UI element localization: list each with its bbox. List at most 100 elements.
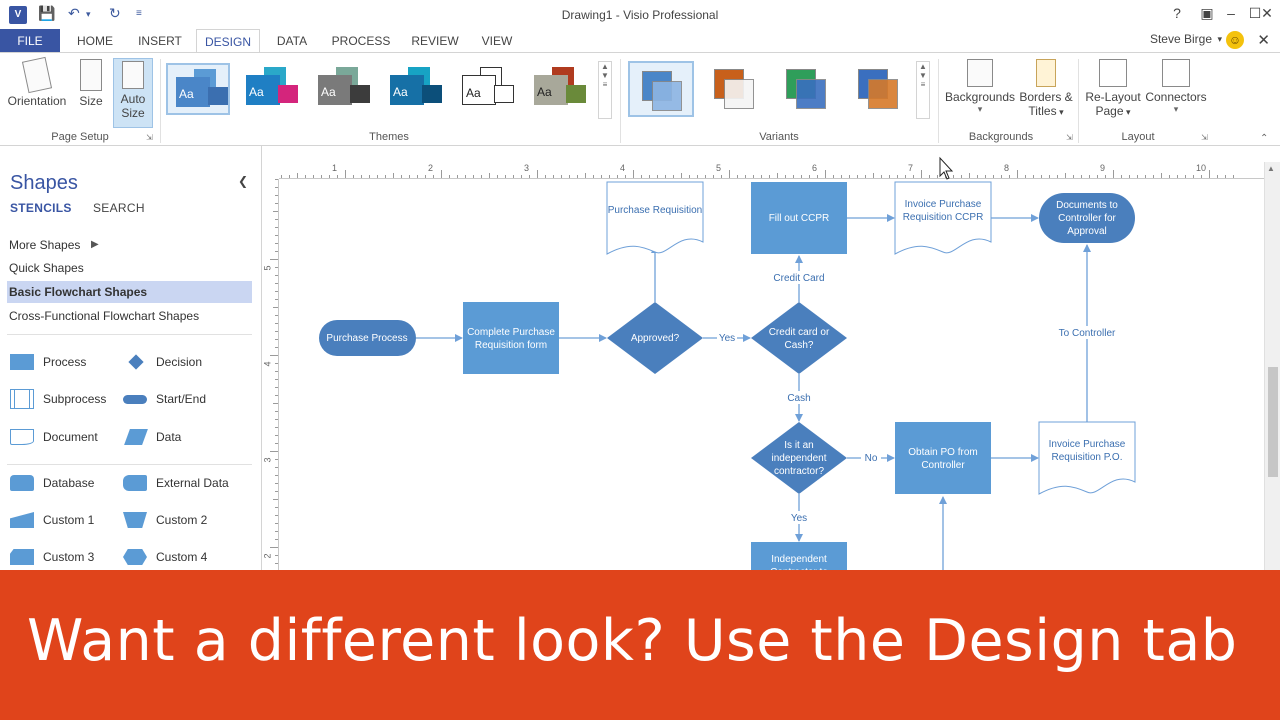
scroll-up-icon[interactable]: ▲ xyxy=(1267,164,1275,173)
themes-gallery-scroller[interactable]: ▲ ▼ ≡ xyxy=(598,61,612,119)
process-shape[interactable]: Obtain PO from Controller xyxy=(895,422,991,494)
master-external-data[interactable]: External Data xyxy=(123,472,233,494)
master-start-end[interactable]: Start/End xyxy=(123,388,233,410)
connectors-label: Connectors xyxy=(1145,90,1207,104)
redo-icon[interactable]: ↻ xyxy=(109,5,121,22)
decision-shape[interactable]: Is it an independent contractor? xyxy=(751,422,847,494)
close-document-icon[interactable]: ✕ xyxy=(1257,31,1270,49)
start-end-shape[interactable]: Documents to Controller for Approval xyxy=(1039,193,1135,243)
help-button[interactable]: ? xyxy=(1166,5,1188,21)
more-shapes-item[interactable]: More Shapes ▶ xyxy=(7,234,252,256)
minimize-pane-icon[interactable]: ❮ xyxy=(238,174,248,188)
connectors-button[interactable]: Connectors ▾ xyxy=(1144,59,1208,129)
save-icon[interactable]: 💾 xyxy=(38,5,55,22)
close-icon[interactable]: ✕ xyxy=(1256,5,1278,22)
visio-logo-icon[interactable]: V xyxy=(9,6,27,24)
variant-thumbnail[interactable] xyxy=(702,61,768,117)
variants-gallery-scroller[interactable]: ▲ ▼ ≡ xyxy=(916,61,930,119)
document-shape[interactable]: Invoice Purchase Requisition CCPR xyxy=(894,181,992,255)
minimize-icon[interactable]: – xyxy=(1220,5,1242,21)
theme-sample-label: Aa xyxy=(537,85,552,99)
svg-text:Invoice Purchase: Invoice Purchase xyxy=(905,199,982,210)
master-label: Decision xyxy=(156,355,203,369)
page-setup-launcher-icon[interactable]: ⇲ xyxy=(146,133,153,142)
undo-dropdown-icon[interactable]: ▾ xyxy=(86,9,91,20)
feedback-smiley-icon[interactable]: ☺ xyxy=(1226,31,1244,49)
theme-thumbnail[interactable]: Aa xyxy=(454,63,518,115)
master-decision[interactable]: Decision xyxy=(123,351,233,373)
basic-flowchart-shapes-item[interactable]: Basic Flowchart Shapes xyxy=(7,281,252,303)
tab-home[interactable]: HOME xyxy=(66,29,124,53)
variant-swatch xyxy=(652,81,682,111)
mouse-cursor-icon xyxy=(939,156,954,180)
ribbon-divider xyxy=(160,59,161,143)
theme-thumbnail[interactable]: Aa xyxy=(526,63,590,115)
ribbon-divider xyxy=(1078,59,1079,143)
start-end-shape[interactable]: Purchase Process xyxy=(319,320,416,356)
process-shape[interactable]: Complete Purchase Requisition form xyxy=(463,302,559,374)
more-shapes-label: More Shapes xyxy=(9,238,81,252)
tab-insert[interactable]: INSERT xyxy=(130,29,190,53)
ribbon-divider xyxy=(620,59,621,143)
borders-titles-button[interactable]: Borders & Titles ▾ xyxy=(1016,59,1076,129)
decision-shape[interactable]: Credit card or Cash? xyxy=(751,302,847,374)
collapse-ribbon-icon[interactable]: ⌃ xyxy=(1260,133,1268,144)
theme-thumbnail[interactable]: Aa xyxy=(382,63,446,115)
document-shape[interactable]: Invoice Purchase Requisition P.O. xyxy=(1038,421,1136,495)
process-shape[interactable]: Fill out CCPR xyxy=(751,182,847,254)
theme-accent xyxy=(422,85,442,103)
tab-stencils[interactable]: STENCILS xyxy=(10,201,72,215)
tab-data[interactable]: DATA xyxy=(266,29,318,53)
master-database[interactable]: Database xyxy=(10,472,120,494)
master-document[interactable]: Document xyxy=(10,426,120,448)
theme-thumbnail[interactable]: Aa xyxy=(166,63,230,115)
tab-file[interactable]: FILE xyxy=(0,29,60,53)
theme-thumbnail[interactable]: Aa xyxy=(310,63,374,115)
user-name[interactable]: Steve Birge xyxy=(1150,32,1212,46)
cross-functional-shapes-item[interactable]: Cross-Functional Flowchart Shapes xyxy=(7,305,252,327)
tab-search[interactable]: SEARCH xyxy=(93,201,145,215)
backgrounds-launcher-icon[interactable]: ⇲ xyxy=(1066,133,1073,142)
svg-text:Requisition CCPR: Requisition CCPR xyxy=(903,212,984,223)
document-shape[interactable]: Purchase Requisition xyxy=(606,181,704,255)
undo-icon[interactable]: ↶ xyxy=(68,5,80,22)
database-icon xyxy=(10,475,34,491)
backgrounds-button[interactable]: Backgrounds ▾ xyxy=(942,59,1018,129)
master-process[interactable]: Process xyxy=(10,351,120,373)
customize-qat-icon[interactable]: ≡ xyxy=(136,8,142,19)
master-data[interactable]: Data xyxy=(123,426,233,448)
orientation-button[interactable]: Orientation xyxy=(4,56,70,125)
user-dropdown-icon[interactable]: ▾ xyxy=(1217,34,1222,45)
layout-launcher-icon[interactable]: ⇲ xyxy=(1201,133,1208,142)
custom2-icon xyxy=(123,512,147,528)
quick-shapes-item[interactable]: Quick Shapes xyxy=(7,257,252,279)
orientation-label: Orientation xyxy=(7,94,67,108)
relayout-label-1: Re-Layout xyxy=(1085,90,1141,104)
tab-review[interactable]: REVIEW xyxy=(404,29,466,53)
scrollbar-thumb[interactable] xyxy=(1268,367,1278,477)
variant-thumbnail[interactable] xyxy=(628,61,694,117)
master-custom3[interactable]: Custom 3 xyxy=(10,546,120,568)
auto-size-button[interactable]: Auto Size xyxy=(113,58,153,128)
theme-accent xyxy=(208,87,228,105)
tab-design[interactable]: DESIGN xyxy=(196,29,260,53)
variant-thumbnail[interactable] xyxy=(774,61,840,117)
size-button[interactable]: Size xyxy=(74,59,108,125)
ribbon-display-options-icon[interactable]: ▣ xyxy=(1196,5,1218,22)
master-custom2[interactable]: Custom 2 xyxy=(123,509,233,531)
relayout-page-button[interactable]: Re-Layout Page ▾ xyxy=(1082,59,1144,129)
variant-swatch xyxy=(868,79,898,109)
svg-text:Obtain PO from: Obtain PO from xyxy=(908,447,977,458)
variant-thumbnail[interactable] xyxy=(846,61,912,117)
theme-sample: Aa xyxy=(534,75,568,105)
master-label: External Data xyxy=(156,476,229,490)
theme-thumbnail[interactable]: Aa xyxy=(238,63,302,115)
master-label: Custom 4 xyxy=(156,550,208,564)
master-custom4[interactable]: Custom 4 xyxy=(123,546,233,568)
svg-text:Documents to: Documents to xyxy=(1056,200,1118,211)
tab-view[interactable]: VIEW xyxy=(472,29,522,53)
tab-process[interactable]: PROCESS xyxy=(324,29,398,53)
decision-shape[interactable]: Approved? xyxy=(607,302,703,374)
master-custom1[interactable]: Custom 1 xyxy=(10,509,120,531)
master-subprocess[interactable]: Subprocess xyxy=(10,388,120,410)
